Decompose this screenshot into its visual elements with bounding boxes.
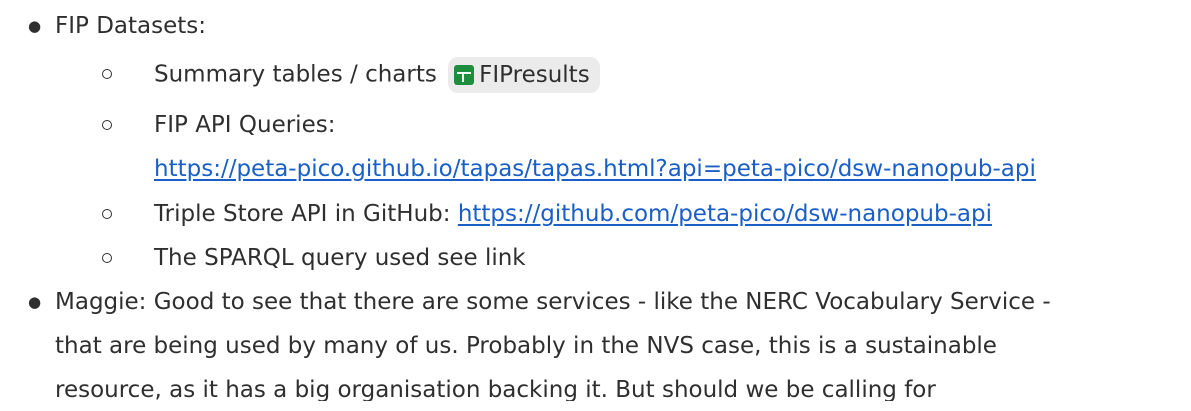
viewport-cutoff (0, 401, 1191, 411)
google-sheets-icon (454, 65, 475, 85)
triple-store-item: Triple Store API in GitHub: https://gith… (154, 197, 992, 231)
bullet-dot: ● (28, 293, 42, 311)
summary-item: Summary tables / charts FIPresults (154, 57, 600, 93)
fipresults-chip-label: FIPresults (479, 62, 590, 88)
api-queries-label: FIP API Queries: (154, 112, 336, 138)
summary-label: Summary tables / charts (154, 61, 437, 88)
bullet-dot: ● (28, 17, 42, 35)
maggie-line-2: that are being used by many of us. Proba… (55, 333, 997, 359)
api-queries-link-line: https://peta-pico.github.io/tapas/tapas.… (154, 152, 1036, 186)
sparql-label: The SPARQL query used see link (154, 245, 526, 271)
maggie-line-1: Maggie: Good to see that there are some … (55, 289, 1051, 315)
triple-store-link[interactable]: https://github.com/peta-pico/dsw-nanopub… (458, 201, 992, 227)
fipresults-chip[interactable]: FIPresults (448, 57, 600, 93)
sub-bullet-circle (102, 120, 112, 130)
fip-datasets-label: FIP Datasets: (55, 13, 206, 39)
sub-bullet-circle (102, 69, 112, 79)
sub-bullet-circle (102, 209, 112, 219)
triple-store-label: Triple Store API in GitHub: (154, 201, 458, 227)
api-queries-link[interactable]: https://peta-pico.github.io/tapas/tapas.… (154, 156, 1036, 182)
sub-bullet-circle (102, 253, 112, 263)
